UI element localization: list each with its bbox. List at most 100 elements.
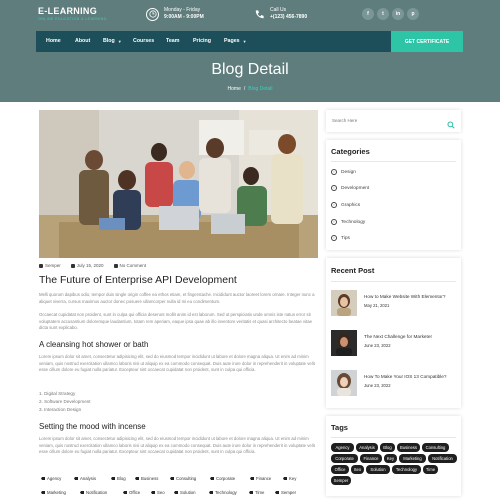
breadcrumb-home[interactable]: Home [228,86,241,92]
article-paragraph-4: Lorem ipsum dolor sit amet, consectetur … [39,436,315,454]
article-tag[interactable]: Key [283,476,296,481]
nav-home[interactable]: Home [46,38,61,44]
nav-pricing[interactable]: Pricing [193,38,211,44]
tag-pill[interactable]: Finance [360,454,382,463]
tag-icon [283,476,287,481]
nav-courses[interactable]: Courses [133,38,154,44]
article-tag[interactable]: Notification [80,490,107,495]
tag-pill[interactable]: Office [331,465,349,474]
category-label: Graphics [341,202,361,208]
article-tag[interactable]: Finance [250,476,271,481]
comments-meta[interactable]: No Comment [113,263,146,268]
call-label: Call Us [270,7,287,13]
call-info: Call Us +(123) 456-7890 [253,7,307,21]
author-meta[interactable]: Semper [39,263,61,268]
article-tag[interactable]: Agency [41,476,61,481]
nav-blog[interactable]: Blog ▼ [103,38,122,44]
article-tag[interactable]: Corporate [210,476,235,481]
recent-post-title[interactable]: How to Make Website With Elementor? [364,294,445,300]
tag-pill[interactable]: Marketing [399,454,426,463]
tag-label: Blog [117,476,126,481]
article-tag[interactable]: Analysis [74,476,96,481]
article-tag[interactable]: Office [123,490,140,495]
recent-post-thumbnail[interactable] [331,330,357,356]
recent-post-title[interactable]: How To Make Your IOS 13 Compatible? [364,374,447,380]
recent-post-item[interactable]: How to Make Website With Elementor? May … [331,290,445,316]
tag-label: Corporate [216,476,236,481]
tag-icon [170,476,174,481]
tag-pill[interactable]: Consulting [422,443,449,452]
tag-pill[interactable]: Business [397,443,420,452]
category-item-development[interactable]: › Development [331,185,369,191]
site-logo[interactable]: E-LEARNING [38,6,97,16]
twitter-icon[interactable]: t [377,8,389,20]
article-image [39,110,318,258]
tag-pill[interactable]: Agency [331,443,354,452]
nav-pages-label: Pages [224,38,240,44]
category-item-graphics[interactable]: › Graphics [331,202,360,208]
tag-pill[interactable]: Notification [428,454,457,463]
recent-post-date: June 23, 2022 [364,383,391,388]
article-tag[interactable]: Time [249,490,264,495]
category-item-technology[interactable]: › Technology [331,219,365,225]
tag-pill[interactable]: Solution [366,465,390,474]
recent-post-title[interactable]: The Next Challenge for Marketer [364,334,432,340]
article-tag[interactable]: Blog [111,476,126,481]
recent-post-date: May 21, 2021 [364,303,390,308]
nav-team[interactable]: Team [166,38,179,44]
divider [331,161,456,162]
user-icon [39,263,43,268]
tag-pill[interactable]: Time [423,465,438,474]
chevron-right-icon: › [331,219,337,225]
tag-label: Office [129,490,141,495]
breadcrumb-current: Blog Detail [248,86,273,92]
category-label: Tips [341,235,350,241]
date-meta: July 15, 2020 [70,263,104,268]
tag-pill[interactable]: Semper [331,476,351,485]
article-tag[interactable]: Semper [275,490,296,495]
recent-post-item[interactable]: The Next Challenge for Marketer June 23,… [331,330,432,356]
search-icon[interactable] [447,116,455,129]
tag-label: Consulting [176,476,197,481]
search-widget[interactable]: Search Here [326,110,461,132]
article-tag[interactable]: Technology [209,490,237,495]
nav-about-label: About [75,38,91,44]
tag-pill[interactable]: Technology [392,465,421,474]
facebook-icon[interactable]: f [362,8,374,20]
comment-icon [113,263,118,268]
tag-icon [174,490,178,495]
tag-icon [135,476,139,481]
category-item-design[interactable]: › Design [331,169,356,175]
tag-label: Semper [281,490,297,495]
recent-post-thumbnail[interactable] [331,370,357,396]
get-certificate-button[interactable]: GET CERTIFICATE [391,31,463,52]
clock-icon [146,7,159,21]
linkedin-icon[interactable]: in [392,8,404,20]
tag-pill[interactable]: Blog [380,443,395,452]
article-tag[interactable]: Business [135,476,158,481]
category-label: Technology [341,219,366,225]
article-tag[interactable]: Solution [174,490,196,495]
tag-pill[interactable]: Seo [351,465,364,474]
nav-about[interactable]: About [75,38,90,44]
search-input[interactable]: Search Here [332,118,357,123]
tag-icon [74,476,78,481]
tag-icon [210,476,214,481]
nav-pages[interactable]: Pages ▼ [224,38,247,44]
article-tag[interactable]: Seo [151,490,165,495]
category-item-tips[interactable]: › Tips [331,235,350,241]
call-value[interactable]: +(123) 456-7890 [270,14,307,20]
tag-pill[interactable]: Analysis [356,443,378,452]
categories-widget: Categories › Design › Development › Graphic… [326,140,461,250]
recent-post-thumbnail[interactable] [331,290,357,316]
article-tag[interactable]: Marketing [41,490,66,495]
recent-post-item[interactable]: How To Make Your IOS 13 Compatible? June… [331,370,447,396]
tag-pill[interactable]: Key [384,454,397,463]
tag-pill[interactable]: Corporate [331,454,358,463]
tag-label: Agency [47,476,62,481]
tag-icon [275,490,279,495]
article-tag[interactable]: Consulting [170,476,196,481]
tag-icon [151,490,155,495]
pinterest-icon[interactable]: p [407,8,419,20]
tag-label: Time [255,490,265,495]
